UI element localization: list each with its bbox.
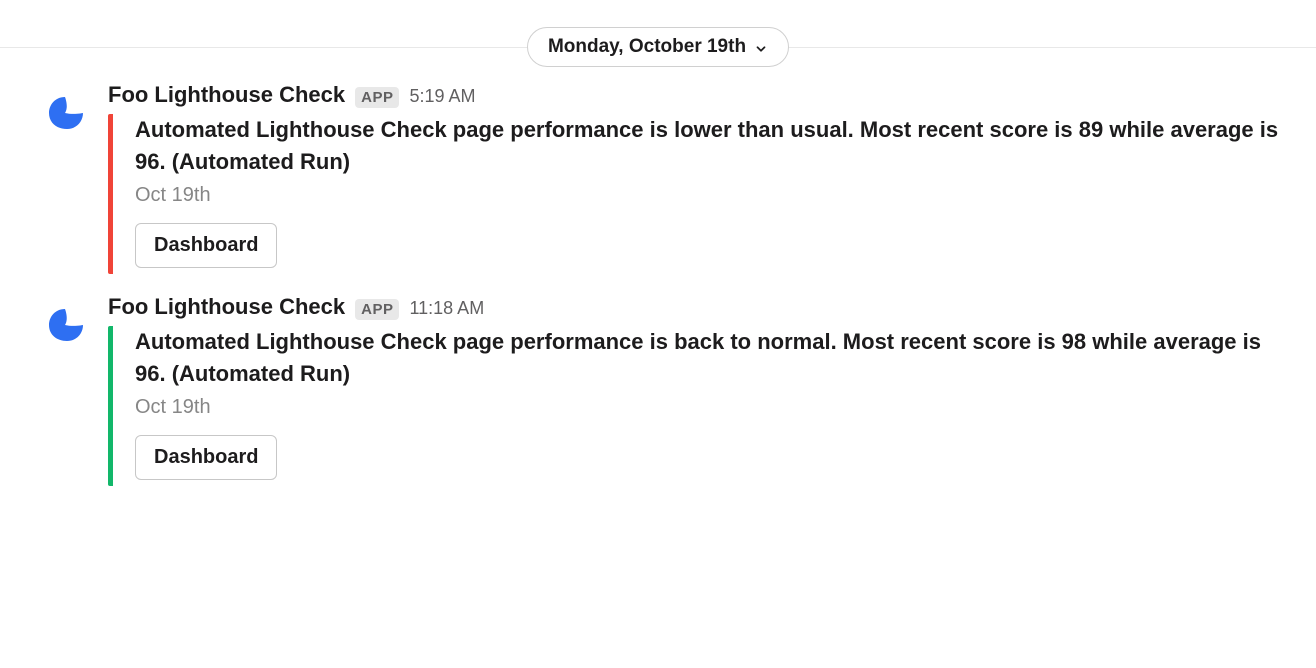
message-body: Foo Lighthouse Check APP 5:19 AM Automat… [108, 82, 1286, 274]
author-name[interactable]: Foo Lighthouse Check [108, 82, 345, 108]
attachment-text: Automated Lighthouse Check page performa… [135, 114, 1286, 178]
date-divider: Monday, October 19th [0, 22, 1316, 72]
app-logo-icon [41, 89, 89, 137]
message: Foo Lighthouse Check APP 11:18 AM Automa… [0, 284, 1316, 496]
date-pill-label: Monday, October 19th [548, 36, 746, 58]
message: Foo Lighthouse Check APP 5:19 AM Automat… [0, 72, 1316, 284]
message-timestamp[interactable]: 11:18 AM [409, 298, 484, 319]
attachment-block: Automated Lighthouse Check page performa… [108, 114, 1286, 274]
app-logo-icon [41, 301, 89, 349]
app-badge: APP [355, 87, 399, 108]
avatar[interactable] [38, 298, 92, 352]
avatar[interactable] [38, 86, 92, 140]
date-pill-button[interactable]: Monday, October 19th [527, 27, 789, 67]
message-header: Foo Lighthouse Check APP 11:18 AM [108, 294, 1286, 320]
dashboard-button[interactable]: Dashboard [135, 223, 277, 268]
attachment-date: Oct 19th [135, 184, 1286, 207]
message-timestamp[interactable]: 5:19 AM [409, 86, 475, 107]
message-body: Foo Lighthouse Check APP 11:18 AM Automa… [108, 294, 1286, 486]
attachment-block: Automated Lighthouse Check page performa… [108, 326, 1286, 486]
attachment-text: Automated Lighthouse Check page performa… [135, 326, 1286, 390]
dashboard-button[interactable]: Dashboard [135, 435, 277, 480]
message-header: Foo Lighthouse Check APP 5:19 AM [108, 82, 1286, 108]
attachment-date: Oct 19th [135, 396, 1286, 419]
chevron-down-icon [754, 40, 768, 54]
author-name[interactable]: Foo Lighthouse Check [108, 294, 345, 320]
app-badge: APP [355, 299, 399, 320]
